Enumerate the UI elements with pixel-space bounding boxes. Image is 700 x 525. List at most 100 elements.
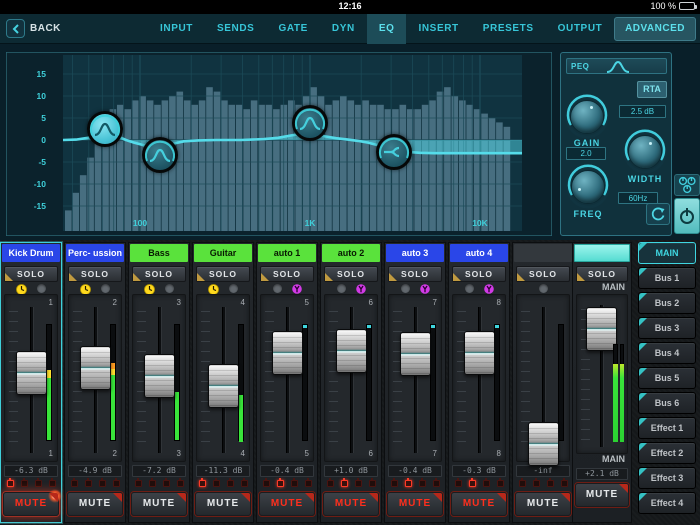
fader-db-readout: -7.2 dB: [132, 465, 186, 477]
mute-button[interactable]: MUTE: [131, 492, 187, 516]
fader-handle[interactable]: [336, 329, 367, 373]
mute-button[interactable]: MUTE: [451, 492, 507, 516]
sidebar-item-main[interactable]: MAIN: [638, 242, 696, 264]
fader-track[interactable]: [414, 307, 418, 453]
sidebar-item-bus-3[interactable]: Bus 3: [638, 317, 696, 339]
channel-number: 5: [304, 298, 309, 307]
channel-name-label[interactable]: Kick Drum: [2, 244, 60, 262]
mute-button[interactable]: MUTE: [3, 489, 62, 516]
channel-name-label[interactable]: [514, 244, 572, 262]
solo-button[interactable]: SOLO: [260, 266, 314, 282]
gain-value[interactable]: 2.5 dB: [619, 105, 666, 118]
tab-output[interactable]: OUTPUT: [546, 14, 615, 44]
fader-handle[interactable]: [272, 331, 303, 375]
solo-button[interactable]: SOLO: [196, 266, 250, 282]
main-strip-color-label[interactable]: [574, 244, 630, 262]
channel-name-label[interactable]: Perc- ussion: [66, 244, 124, 262]
sidebar-item-effect-4[interactable]: Effect 4: [638, 492, 696, 514]
fader-track[interactable]: [286, 307, 290, 453]
sidebar-item-effect-1[interactable]: Effect 1: [638, 417, 696, 439]
eq-power-button[interactable]: [674, 198, 700, 234]
sidebar-item-bus-1[interactable]: Bus 1: [638, 267, 696, 289]
eq-band-2-handle[interactable]: [142, 137, 178, 173]
fader-handle[interactable]: [464, 331, 495, 375]
channel-name-label[interactable]: Guitar: [194, 244, 252, 262]
solo-button[interactable]: SOLO: [68, 266, 122, 282]
sidebar-item-effect-3[interactable]: Effect 3: [638, 467, 696, 489]
eq-type-selector[interactable]: PEQ: [566, 58, 667, 74]
tab-input[interactable]: INPUT: [148, 14, 205, 44]
tab-eq[interactable]: EQ: [366, 14, 407, 44]
fader-handle[interactable]: [400, 332, 431, 376]
solo-button[interactable]: SOLO: [132, 266, 186, 282]
sidebar-item-bus-5[interactable]: Bus 5: [638, 367, 696, 389]
assign-indicator-4: [496, 478, 504, 487]
eq-band-4-handle[interactable]: [376, 134, 412, 170]
mute-button[interactable]: MUTE: [195, 492, 251, 516]
assign-indicator-2: [532, 478, 540, 487]
eq-band-3-handle[interactable]: [292, 105, 328, 141]
tab-dyn[interactable]: DYN: [320, 14, 367, 44]
width-value[interactable]: 2.0: [566, 147, 606, 160]
channel-strip-6[interactable]: auto 2 SOLO 6 6 +1.0 dB MUTE: [320, 242, 382, 523]
solo-button[interactable]: SOLO: [516, 266, 570, 282]
channel-strip-2[interactable]: Perc- ussion SOLO 2 2 -4.9 dB MUTE: [64, 242, 126, 523]
mute-button[interactable]: MUTE: [259, 492, 315, 516]
channel-name-label[interactable]: Bass: [130, 244, 188, 262]
advanced-button[interactable]: ADVANCED: [614, 17, 696, 41]
fader-handle[interactable]: [80, 346, 111, 390]
channel-processing-icon-button[interactable]: [674, 174, 700, 196]
channel-name-label[interactable]: auto 3: [386, 244, 444, 262]
fader-panel: 77: [388, 294, 442, 462]
fader-track[interactable]: [478, 307, 482, 453]
clock-time: 12:16: [338, 1, 362, 11]
channel-strip-4[interactable]: Guitar SOLO 4 4 -11.3 dB MUTE: [192, 242, 254, 523]
main-solo-button[interactable]: SOLO: [576, 266, 628, 282]
channel-strip-9[interactable]: SOLO -inf MUTE: [512, 242, 572, 523]
channel-number: 4: [240, 298, 245, 307]
tab-presets[interactable]: PRESETS: [471, 14, 546, 44]
gain-knob[interactable]: [564, 94, 610, 140]
freq-knob[interactable]: [565, 164, 611, 210]
channel-name-label[interactable]: auto 4: [450, 244, 508, 262]
main-mute-button[interactable]: MUTE: [575, 483, 629, 507]
solo-button[interactable]: SOLO: [452, 266, 506, 282]
channel-strip-3[interactable]: Bass SOLO 3 3 -7.2 dB MUTE: [128, 242, 190, 523]
svg-text:-5: -5: [38, 157, 46, 167]
sidebar-item-bus-2[interactable]: Bus 2: [638, 292, 696, 314]
fader-handle[interactable]: [528, 422, 559, 466]
eq-band-1-handle[interactable]: [87, 111, 123, 147]
fader-handle[interactable]: [208, 364, 239, 408]
rta-button[interactable]: RTA: [637, 81, 667, 98]
main-strip[interactable]: SOLO MAIN MAIN +2.1 dB MUTE: [572, 242, 632, 523]
solo-button[interactable]: SOLO: [388, 266, 442, 282]
channel-strip-1[interactable]: Kick Drum SOLO 1 1 -6.3 dB MUTE: [0, 242, 62, 523]
channel-number: 6: [368, 298, 373, 307]
mute-button[interactable]: MUTE: [387, 492, 443, 516]
sidebar-item-bus-4[interactable]: Bus 4: [638, 342, 696, 364]
assign-indicator-3: [34, 478, 42, 487]
channel-strip-5[interactable]: auto 1 SOLO 5 5 -0.4 dB MUTE: [256, 242, 318, 523]
back-button[interactable]: BACK: [6, 19, 61, 38]
eq-reset-button[interactable]: [646, 203, 670, 225]
sidebar-item-bus-6[interactable]: Bus 6: [638, 392, 696, 414]
width-knob[interactable]: [622, 129, 668, 175]
sidebar-item-effect-2[interactable]: Effect 2: [638, 442, 696, 464]
channel-strip-8[interactable]: auto 4 SOLO 8 8 -0.3 dB MUTE: [448, 242, 510, 523]
solo-button[interactable]: SOLO: [4, 266, 58, 282]
channel-name-label[interactable]: auto 1: [258, 244, 316, 262]
channel-name-label[interactable]: auto 2: [322, 244, 380, 262]
tab-gate[interactable]: GATE: [266, 14, 319, 44]
tab-insert[interactable]: INSERT: [406, 14, 470, 44]
mute-button[interactable]: MUTE: [515, 492, 571, 516]
fader-handle[interactable]: [144, 354, 175, 398]
mute-button[interactable]: MUTE: [67, 492, 123, 516]
fader-handle[interactable]: [16, 351, 47, 395]
mute-button[interactable]: MUTE: [323, 492, 379, 516]
svg-text:-15: -15: [34, 201, 47, 211]
assign-indicators: [449, 477, 509, 489]
solo-button[interactable]: SOLO: [324, 266, 378, 282]
channel-strip-7[interactable]: auto 3 SOLO 7 7 -0.4 dB MUTE: [384, 242, 446, 523]
tab-sends[interactable]: SENDS: [205, 14, 266, 44]
eq-graph[interactable]: 15 10 5 0 -5 -10 -15 100 1K 10K: [6, 52, 552, 236]
